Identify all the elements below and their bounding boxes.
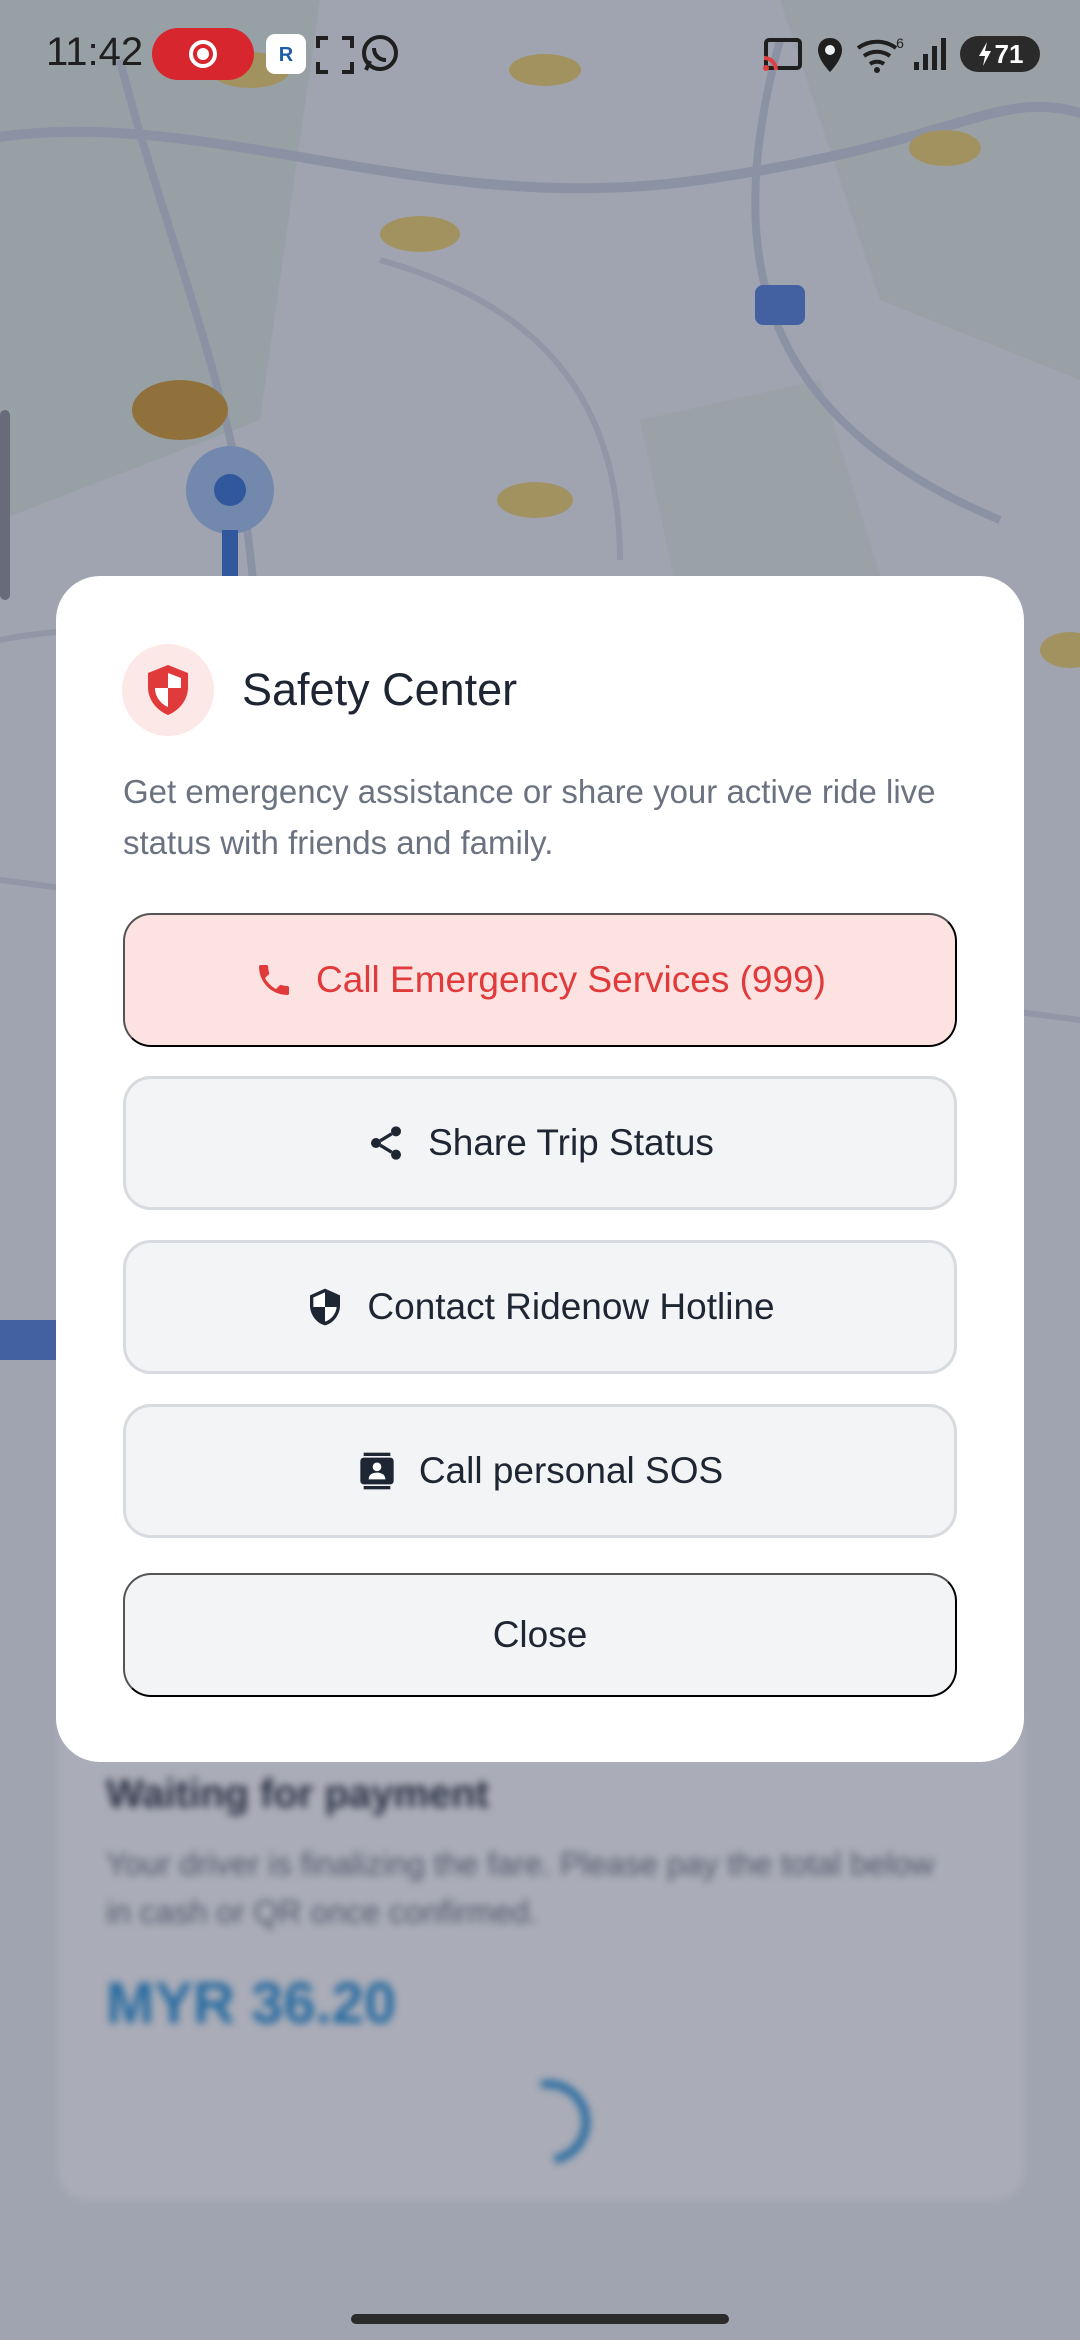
dialog-description: Get emergency assistance or share your a… [123,773,936,861]
safety-center-dialog: Safety Center Get emergency assistance o… [56,576,1024,1762]
svg-text:6: 6 [896,35,904,51]
share-trip-label: Share Trip Status [428,1122,714,1163]
svg-text:R: R [279,44,294,66]
charging-bolt-icon [978,42,991,66]
shield-icon-badge [122,644,214,736]
status-bar: 11:42 R 6 71 [0,0,1080,108]
status-time: 11:42 [46,30,144,74]
call-personal-sos-label: Call personal SOS [418,1450,724,1491]
screen-record-icon[interactable] [152,28,254,80]
signal-icon [914,38,946,70]
cast-icon [763,38,802,71]
share-icon [366,1123,406,1163]
phone-icon [254,960,294,1000]
location-icon [818,38,842,72]
call-emergency-button[interactable]: Call Emergency Services (999) [123,913,957,1047]
screenshot-icon [316,36,354,74]
close-button[interactable]: Close [123,1573,957,1697]
contact-hotline-button[interactable]: Contact Ridenow Hotline [123,1240,957,1374]
battery-icon: 71 [960,36,1040,72]
whatsapp-icon [362,35,398,71]
close-label: Close [492,1614,588,1655]
security-shield-icon [305,1287,345,1327]
share-trip-button[interactable]: Share Trip Status [123,1076,957,1210]
ridenow-app-icon: R [266,34,306,74]
call-emergency-label: Call Emergency Services (999) [316,959,826,1000]
battery-level: 71 [994,38,1024,69]
call-personal-sos-button[interactable]: Call personal SOS [123,1404,957,1538]
dialog-header: Safety Center [122,644,517,736]
shield-icon [148,665,188,715]
dialog-title: Safety Center [242,664,518,715]
wifi-icon: 6 [856,35,904,73]
contacts-icon [357,1451,397,1491]
contact-hotline-label: Contact Ridenow Hotline [367,1286,775,1327]
home-indicator[interactable] [351,2314,729,2324]
